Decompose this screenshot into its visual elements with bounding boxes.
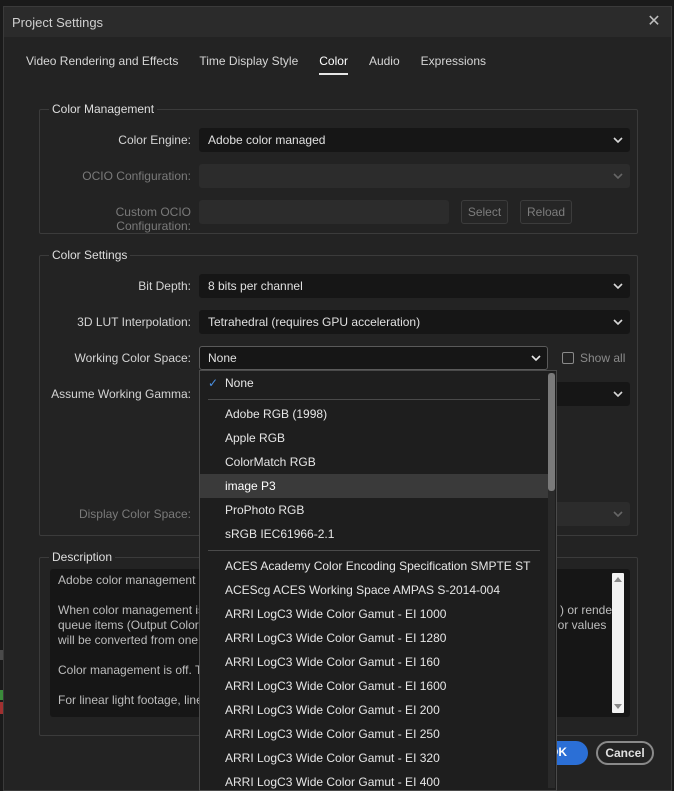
dropdown-item[interactable]: ARRI LogC3 Wide Color Gamut - EI 200: [200, 698, 548, 722]
color-engine-value: Adobe color managed: [208, 133, 326, 147]
tab-bar: Video Rendering and Effects Time Display…: [26, 54, 507, 75]
bit-depth-label: Bit Depth:: [138, 279, 191, 293]
custom-ocio-label: Custom OCIO Configuration:: [115, 205, 191, 233]
scroll-up-icon[interactable]: [614, 577, 622, 582]
show-all-checkbox[interactable]: [562, 352, 574, 364]
reload-button[interactable]: Reload: [520, 200, 572, 224]
chevron-down-icon: [613, 172, 623, 180]
working-space-label: Working Color Space:: [74, 351, 192, 365]
title-bar: Project Settings ✕: [4, 7, 671, 37]
dropdown-item[interactable]: ARRI LogC3 Wide Color Gamut - EI 160: [200, 650, 548, 674]
dropdown-item[interactable]: ARRI LogC3 Wide Color Gamut - EI 400: [200, 770, 548, 790]
display-space-label: Display Color Space:: [78, 507, 191, 521]
dropdown-item[interactable]: sRGB IEC61966-2.1: [200, 522, 548, 546]
color-settings-title: Color Settings: [49, 248, 131, 262]
checkmark-icon: ✓: [208, 376, 219, 390]
dropdown-separator: [208, 399, 540, 400]
description-fragment: lor values: [555, 618, 607, 632]
tab-expressions[interactable]: Expressions: [421, 54, 486, 75]
dialog-title: Project Settings: [12, 14, 104, 30]
show-all-label: Show all: [580, 351, 626, 365]
cancel-button[interactable]: Cancel: [596, 741, 654, 765]
working-space-select[interactable]: None: [199, 346, 548, 370]
lut-interpolation-label: 3D LUT Interpolation:: [77, 315, 191, 329]
dropdown-scrollbar-thumb[interactable]: [548, 373, 555, 491]
color-engine-select[interactable]: Adobe color managed: [199, 128, 630, 152]
lut-interpolation-select[interactable]: Tetrahedral (requires GPU acceleration): [199, 310, 630, 334]
ocio-config-select[interactable]: [199, 164, 630, 188]
dropdown-item[interactable]: ARRI LogC3 Wide Color Gamut - EI 1600: [200, 674, 548, 698]
bit-depth-select[interactable]: 8 bits per channel: [199, 274, 630, 298]
dropdown-item-hovered[interactable]: image P3: [200, 474, 548, 498]
lut-interpolation-value: Tetrahedral (requires GPU acceleration): [208, 315, 421, 329]
chevron-down-icon: [613, 318, 623, 326]
description-fragment: ) or render: [560, 603, 617, 617]
ocio-config-label: OCIO Configuration:: [82, 169, 191, 183]
bit-depth-value: 8 bits per channel: [208, 279, 303, 293]
description-title: Description: [49, 550, 116, 564]
custom-ocio-field[interactable]: [199, 200, 449, 224]
tab-video-rendering[interactable]: Video Rendering and Effects: [26, 54, 178, 75]
dropdown-item[interactable]: ACES Academy Color Encoding Specificatio…: [200, 554, 548, 578]
dropdown-separator: [208, 550, 540, 551]
scroll-down-icon[interactable]: [614, 704, 622, 709]
dropdown-item[interactable]: ARRI LogC3 Wide Color Gamut - EI 1000: [200, 602, 548, 626]
dropdown-item[interactable]: ProPhoto RGB: [200, 498, 548, 522]
chevron-down-icon: [531, 354, 541, 362]
dropdown-item-none[interactable]: ✓ None: [200, 371, 548, 395]
working-space-value: None: [208, 351, 237, 365]
dropdown-item[interactable]: ARRI LogC3 Wide Color Gamut - EI 1280: [200, 626, 548, 650]
description-scrollbar[interactable]: [612, 573, 624, 713]
tab-audio[interactable]: Audio: [369, 54, 400, 75]
working-gamma-select[interactable]: [548, 382, 630, 406]
dropdown-item[interactable]: ACEScg ACES Working Space AMPAS S-2014-0…: [200, 578, 548, 602]
dropdown-item[interactable]: Adobe RGB (1998): [200, 402, 548, 426]
close-icon[interactable]: ✕: [645, 13, 663, 31]
chevron-down-icon: [613, 510, 623, 518]
dropdown-item[interactable]: ARRI LogC3 Wide Color Gamut - EI 320: [200, 746, 548, 770]
working-gamma-label: Assume Working Gamma:: [51, 387, 191, 401]
dropdown-item[interactable]: ARRI LogC3 Wide Color Gamut - EI 250: [200, 722, 548, 746]
chevron-down-icon: [613, 390, 623, 398]
select-button[interactable]: Select: [461, 200, 508, 224]
tab-time-display[interactable]: Time Display Style: [199, 54, 298, 75]
dropdown-item[interactable]: Apple RGB: [200, 426, 548, 450]
color-management-title: Color Management: [49, 102, 158, 116]
dropdown-item[interactable]: ColorMatch RGB: [200, 450, 548, 474]
color-engine-label: Color Engine:: [118, 133, 191, 147]
display-space-select[interactable]: [548, 502, 630, 526]
working-space-dropdown: ✓ None Adobe RGB (1998) Apple RGB ColorM…: [199, 370, 557, 791]
dropdown-scrollbar[interactable]: [548, 373, 555, 788]
tab-color[interactable]: Color: [319, 54, 348, 75]
chevron-down-icon: [613, 282, 623, 290]
chevron-down-icon: [613, 136, 623, 144]
